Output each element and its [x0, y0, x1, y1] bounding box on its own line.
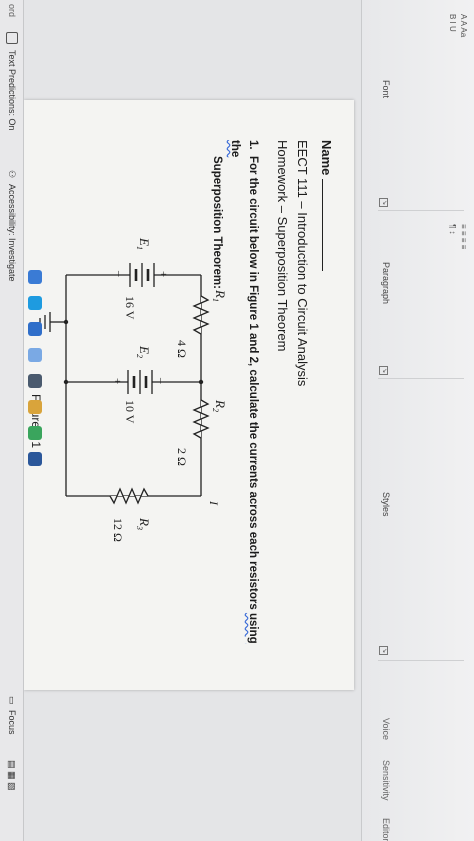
e2-minus: –	[155, 377, 167, 384]
accessibility-status[interactable]: Accessibility: Investigate	[7, 184, 17, 282]
r2-label: R2	[211, 399, 228, 412]
e2-value: 10 V	[123, 400, 137, 424]
paragraph-launcher-icon[interactable]: ↘	[379, 366, 388, 375]
voice-label[interactable]: Voice	[381, 718, 391, 740]
accessibility-icon[interactable]: ⚇	[6, 170, 17, 178]
ribbon-separator	[378, 210, 464, 211]
document-page[interactable]: Name EECT 111 – Introduction to Circuit …	[24, 100, 354, 690]
proofing-icon[interactable]	[6, 32, 18, 44]
e1-minus: –	[113, 270, 125, 277]
ground-symbol	[39, 312, 51, 332]
e2-label: E2	[135, 345, 152, 358]
font-launcher-icon[interactable]: ↘	[379, 198, 388, 207]
status-fragment: ord	[7, 4, 17, 18]
focus-button[interactable]: Focus	[7, 710, 17, 735]
status-bar: ord Text Predictions: On ⚇ Accessibility…	[0, 0, 24, 841]
resistor-r2	[192, 399, 210, 439]
rotated-screen: A A Aa B I U Font ↘ ≡ ≡ ≡ ≡ ¶ ↕ Paragraph …	[0, 0, 474, 841]
ribbon-group-font: Font	[381, 80, 391, 99]
junction-dot	[63, 319, 69, 325]
paragraph-tools[interactable]: ≡ ≡ ≡ ≡ ¶ ↕	[446, 224, 468, 249]
ribbon-group-paragraph: Paragraph	[381, 262, 391, 305]
junction-dot	[63, 379, 69, 385]
e1-plus: +	[157, 271, 169, 277]
view-icons[interactable]: ▤ ▦ ▧	[6, 760, 17, 791]
font-tools[interactable]: A A Aa B I U	[446, 14, 468, 37]
ribbon-group-styles: Styles	[381, 492, 391, 517]
figure-caption: Figure # 1	[29, 394, 43, 448]
sensitivity-label[interactable]: Sensitivity	[381, 760, 391, 801]
r3-label: R3	[135, 517, 152, 530]
editor-label[interactable]: Editor	[381, 818, 391, 841]
battery-e2	[127, 370, 153, 394]
circuit-figure: R1 4 Ω R2 2 Ω R3 12 Ω E1 16 V + – E2 10 …	[29, 237, 228, 542]
ribbon-separator	[378, 660, 464, 661]
e2-plus: +	[111, 378, 123, 384]
resistor-r3	[109, 487, 149, 505]
r3-value: 12 Ω	[111, 518, 125, 542]
junction-dot	[198, 379, 204, 385]
text-predictions-status[interactable]: Text Predictions: On	[7, 50, 17, 131]
r1-value: 4 Ω	[175, 340, 189, 358]
battery-e1	[129, 263, 155, 287]
e1-value: 16 V	[123, 296, 137, 320]
e1-label: E1	[135, 237, 152, 250]
focus-icon[interactable]: ▭	[6, 696, 17, 705]
current-label: I	[207, 500, 221, 506]
r2-value: 2 Ω	[175, 448, 189, 466]
resistor-r1	[192, 295, 210, 335]
ribbon: A A Aa B I U Font ↘ ≡ ≡ ≡ ≡ ¶ ↕ Paragraph …	[361, 0, 474, 841]
ribbon-separator	[378, 378, 464, 379]
r1-label: R1	[211, 289, 228, 302]
styles-launcher-icon[interactable]: ↘	[379, 646, 388, 655]
